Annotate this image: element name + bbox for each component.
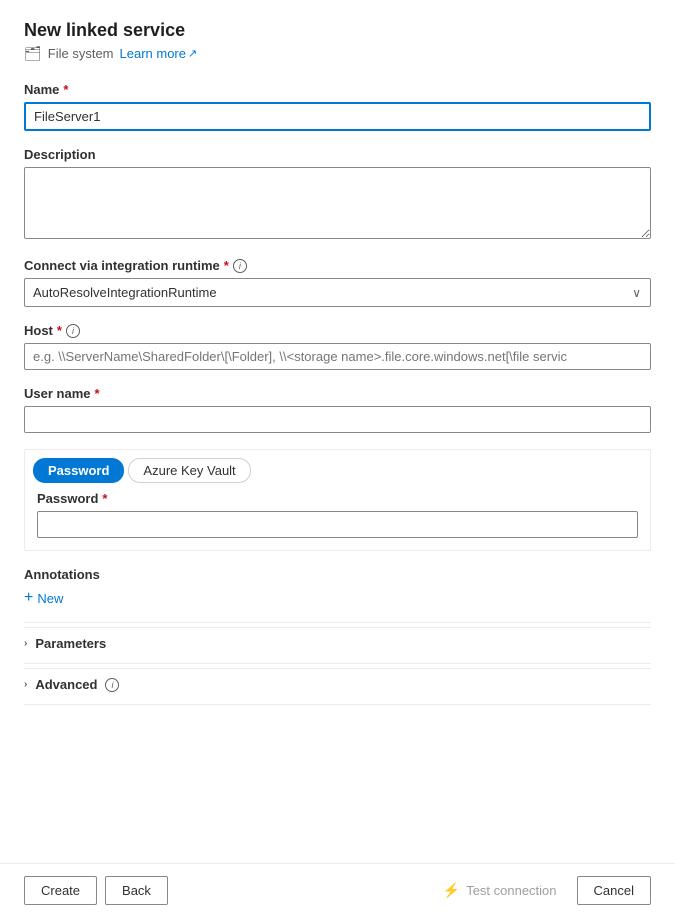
password-inner: Password * <box>25 491 650 550</box>
annotations-section: Annotations + New <box>24 567 651 606</box>
divider-1 <box>24 622 651 623</box>
parameters-collapsible[interactable]: › Parameters <box>24 627 651 659</box>
back-button[interactable]: Back <box>105 876 168 905</box>
runtime-label: Connect via integration runtime * i <box>24 258 651 273</box>
name-input[interactable] <box>24 102 651 131</box>
test-icon: ⚡ <box>443 882 460 899</box>
filesystem-icon: 🗂 <box>24 45 42 62</box>
username-required-star: * <box>94 386 99 401</box>
runtime-required-star: * <box>224 258 229 273</box>
runtime-group: Connect via integration runtime * i Auto… <box>24 258 651 307</box>
footer-bar: Create Back ⚡ Test connection Cancel <box>0 863 675 917</box>
advanced-label: Advanced <box>35 677 97 692</box>
username-group: User name * <box>24 386 651 433</box>
azure-key-vault-tab[interactable]: Azure Key Vault <box>128 458 250 483</box>
host-group: Host * i <box>24 323 651 370</box>
password-label: Password * <box>37 491 638 506</box>
name-required-star: * <box>63 82 68 97</box>
annotations-title: Annotations <box>24 567 651 582</box>
username-input[interactable] <box>24 406 651 433</box>
password-required-star: * <box>102 491 107 506</box>
learn-more-link[interactable]: Learn more ↗ <box>120 46 198 61</box>
new-label: New <box>37 591 63 606</box>
chevron-right-icon: › <box>24 638 27 649</box>
learn-more-label: Learn more <box>120 46 186 61</box>
divider-2 <box>24 663 651 664</box>
password-tab-row: Password Azure Key Vault <box>25 450 650 491</box>
subtitle-text: File system <box>48 46 114 61</box>
divider-3 <box>24 704 651 705</box>
host-input[interactable] <box>24 343 651 370</box>
footer-left: Create Back <box>24 876 168 905</box>
host-info-icon[interactable]: i <box>66 324 80 338</box>
test-connection-label: Test connection <box>466 883 556 898</box>
password-input[interactable] <box>37 511 638 538</box>
chevron-right-icon-2: › <box>24 679 27 690</box>
username-label: User name * <box>24 386 651 401</box>
test-connection-button: ⚡ Test connection <box>431 876 569 905</box>
advanced-collapsible[interactable]: › Advanced i <box>24 668 651 700</box>
host-label: Host * i <box>24 323 651 338</box>
create-button[interactable]: Create <box>24 876 97 905</box>
name-label: Name * <box>24 82 651 97</box>
host-required-star: * <box>57 323 62 338</box>
advanced-info-icon[interactable]: i <box>105 678 119 692</box>
runtime-select-wrapper: AutoResolveIntegrationRuntime ∨ <box>24 278 651 307</box>
password-tab-active[interactable]: Password <box>33 458 124 483</box>
new-annotation-button[interactable]: + New <box>24 590 63 606</box>
plus-icon: + <box>24 590 33 606</box>
password-section: Password Azure Key Vault Password * <box>24 449 651 551</box>
external-link-icon: ↗ <box>188 47 197 60</box>
description-group: Description <box>24 147 651 242</box>
name-group: Name * <box>24 82 651 131</box>
description-label: Description <box>24 147 651 162</box>
description-input[interactable] <box>24 167 651 239</box>
parameters-label: Parameters <box>35 636 106 651</box>
runtime-select[interactable]: AutoResolveIntegrationRuntime <box>24 278 651 307</box>
footer-right: ⚡ Test connection Cancel <box>431 876 651 905</box>
page-title: New linked service <box>24 20 651 41</box>
cancel-button[interactable]: Cancel <box>577 876 651 905</box>
runtime-info-icon[interactable]: i <box>233 259 247 273</box>
